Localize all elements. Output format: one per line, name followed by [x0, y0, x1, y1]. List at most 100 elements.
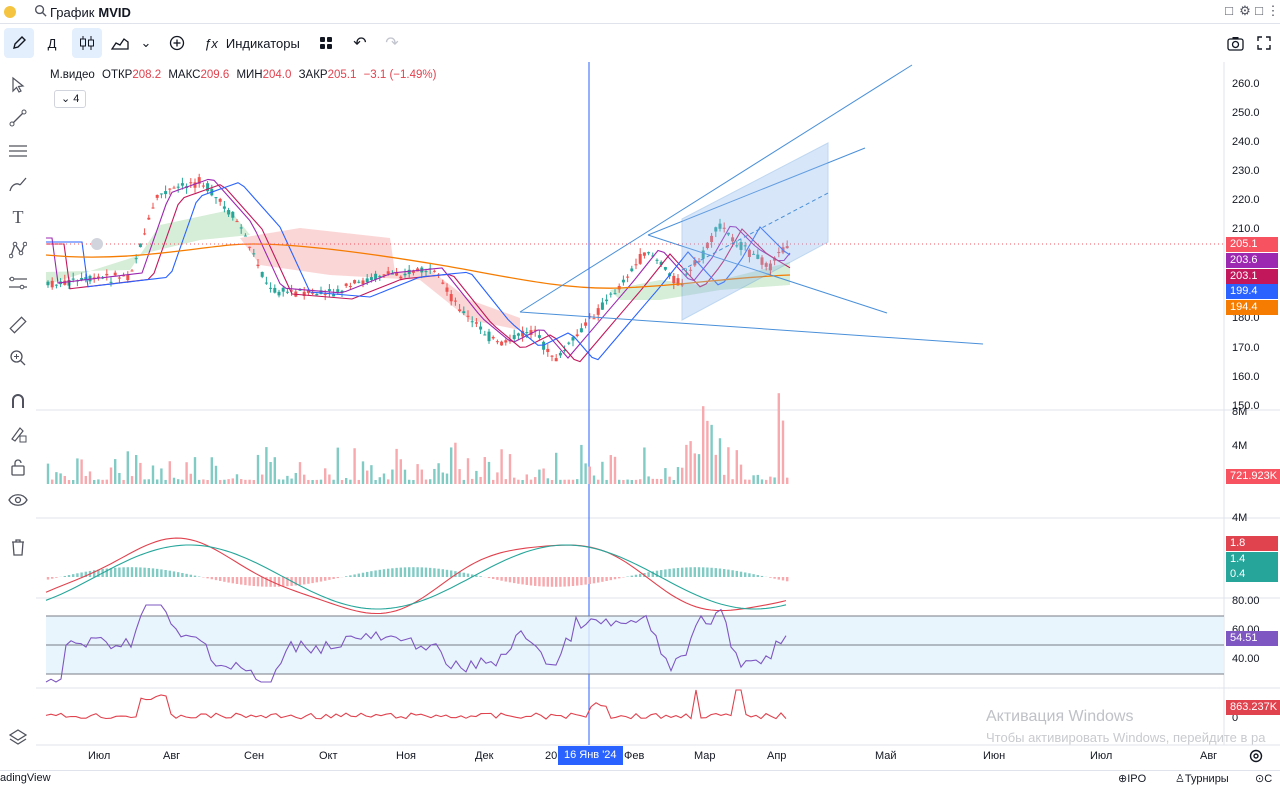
- volume-bar: [114, 459, 116, 484]
- volume-bar: [387, 479, 389, 484]
- macd-histogram-bar: [320, 577, 322, 582]
- extra-link[interactable]: ⊙ С: [1255, 772, 1264, 785]
- volume-bar: [437, 463, 439, 484]
- legend-change: −3.1 (−1.49%): [364, 69, 437, 81]
- macd-histogram-bar: [383, 569, 385, 577]
- macd-histogram-bar: [190, 575, 192, 577]
- macd-histogram-bar: [647, 572, 649, 577]
- candle-body: [538, 335, 541, 338]
- legend-symbol-name[interactable]: М.видео: [50, 69, 95, 81]
- macd-histogram-bar: [723, 569, 725, 577]
- time-label: Ноя: [396, 750, 416, 762]
- price-tag-ma3: 199.4: [1226, 284, 1278, 299]
- volume-bar: [442, 472, 444, 484]
- candle-body: [265, 283, 268, 284]
- volume-bar: [311, 480, 313, 484]
- candle-body: [189, 182, 192, 183]
- candle-body: [202, 186, 205, 187]
- candle-body: [164, 191, 167, 194]
- candle-body: [433, 271, 436, 272]
- macd-histogram-bar: [505, 577, 507, 582]
- macd-histogram-bar: [135, 567, 137, 577]
- macd-histogram-bar: [211, 577, 213, 579]
- macd-histogram-bar: [257, 577, 259, 586]
- ipo-link[interactable]: ⊕ IPO: [1118, 772, 1127, 785]
- macd-histogram-bar: [194, 576, 196, 577]
- macd-histogram-bar: [433, 568, 435, 577]
- settings-icon[interactable]: [1248, 748, 1264, 764]
- volume-bar: [416, 464, 418, 484]
- macd-histogram-bar: [677, 568, 679, 577]
- legend-close-value: 205.1: [328, 69, 357, 81]
- macd-histogram-bar: [244, 577, 246, 585]
- macd-histogram-bar: [530, 577, 532, 585]
- macd-histogram-bar: [614, 577, 616, 579]
- volume-bar: [110, 467, 112, 484]
- volume-bar: [664, 468, 666, 484]
- chart-canvas[interactable]: [0, 0, 1280, 770]
- macd-histogram-bar: [366, 572, 368, 577]
- price-tick: 240.0: [1232, 136, 1260, 148]
- volume-bar: [572, 480, 574, 484]
- volume-bar: [744, 480, 746, 484]
- volume-bar: [282, 480, 284, 484]
- volume-bar: [761, 479, 763, 484]
- volume-bar: [463, 480, 465, 484]
- macd-histogram-bar: [500, 577, 502, 581]
- volume-bar: [605, 480, 607, 484]
- macd-histogram-bar: [778, 577, 780, 580]
- macd-histogram-bar: [542, 577, 544, 586]
- candle-body: [131, 271, 134, 272]
- indicators-collapse-button[interactable]: ⌄ 4: [54, 90, 86, 108]
- volume-bar: [341, 480, 343, 484]
- macd-histogram-bar: [219, 577, 221, 581]
- macd-histogram-bar: [580, 577, 582, 585]
- macd-histogram-bar: [206, 577, 208, 578]
- macd-histogram-bar: [715, 568, 717, 577]
- volume-bar: [89, 471, 91, 484]
- volume-bar: [429, 479, 431, 484]
- volume-bar: [643, 447, 645, 484]
- candle-body: [471, 321, 474, 322]
- volume-bar: [173, 478, 175, 484]
- volume-tick: 8M: [1232, 406, 1247, 418]
- time-label: Июн: [983, 750, 1005, 762]
- macd-histogram-bar: [253, 577, 255, 586]
- volume-bar: [593, 476, 595, 484]
- tournaments-link[interactable]: ♙ Турниры: [1175, 772, 1185, 785]
- candle-body: [286, 292, 289, 293]
- macd-histogram-bar: [307, 577, 309, 584]
- candle-body: [475, 322, 478, 323]
- macd-histogram-bar: [152, 568, 154, 577]
- candle-body: [168, 189, 171, 190]
- candle-body: [559, 353, 562, 356]
- candle-body: [370, 277, 373, 280]
- crosshair-date-label: 16 Янв '24: [558, 746, 623, 765]
- candle-body: [240, 227, 243, 228]
- volume-bar: [240, 479, 242, 484]
- activation-watermark-text: Чтобы активировать Windows, перейдите в …: [986, 730, 1265, 745]
- candle-body: [72, 279, 75, 280]
- macd-histogram-bar: [55, 577, 57, 578]
- candle-body: [441, 283, 444, 284]
- macd-histogram-bar: [160, 569, 162, 577]
- candle-body: [614, 293, 617, 294]
- macd-histogram-bar: [437, 569, 439, 577]
- extra-label: С: [1264, 773, 1272, 785]
- macd-histogram-bar: [358, 574, 360, 577]
- macd-histogram-bar: [148, 568, 150, 577]
- candle-body: [630, 268, 633, 271]
- macd-histogram-bar: [404, 567, 406, 577]
- volume-bar: [500, 449, 502, 484]
- volume-bar: [589, 467, 591, 484]
- candle-body: [488, 332, 491, 342]
- time-label: Авг: [163, 750, 180, 762]
- volume-bar: [538, 470, 540, 484]
- macd-histogram-bar: [551, 577, 553, 587]
- volume-bar: [358, 480, 360, 484]
- macd-histogram-bar: [660, 570, 662, 577]
- macd-histogram-bar: [76, 573, 78, 577]
- candle-body: [500, 342, 503, 346]
- volume-bar: [450, 447, 452, 484]
- macd-histogram-bar: [127, 567, 129, 577]
